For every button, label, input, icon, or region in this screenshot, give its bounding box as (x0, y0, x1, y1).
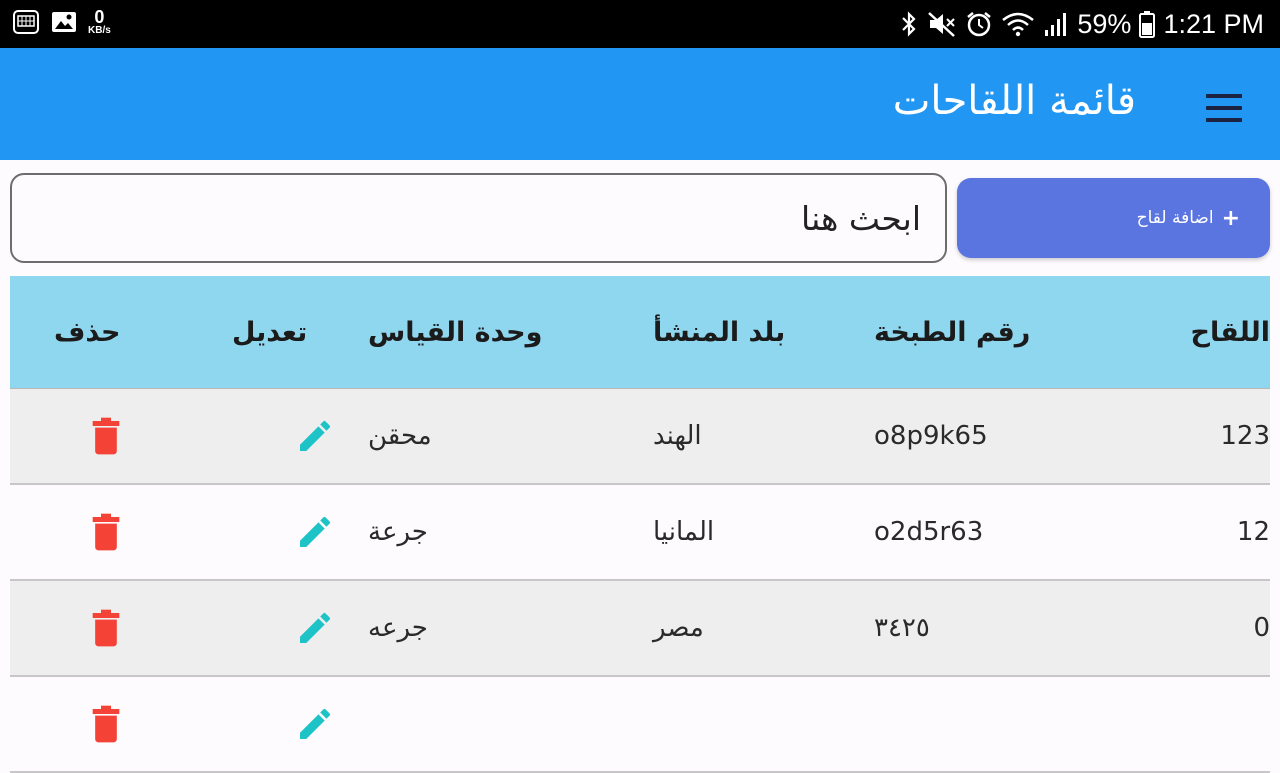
pencil-icon (300, 708, 331, 739)
clock: 1:21 PM (1163, 8, 1264, 39)
page-title: قائمة اللقاحات (892, 78, 1136, 124)
menu-icon-bar (1206, 118, 1242, 122)
cell-vaccine-id: 0 (1253, 613, 1270, 643)
net-speed-value: 0 (94, 7, 105, 27)
header-delete: حذف (54, 316, 121, 348)
cell-unit: جرعه (368, 613, 428, 643)
cell-origin-country: الهند (653, 421, 702, 451)
delete-button[interactable] (86, 581, 126, 675)
trash-icon (92, 609, 120, 647)
cell-unit: محقن (368, 421, 432, 451)
add-vaccine-button[interactable]: اضافة لقاح + (957, 178, 1270, 258)
table-row (10, 677, 1270, 773)
bluetooth-icon (899, 10, 919, 38)
menu-icon (1206, 94, 1242, 98)
edit-button[interactable] (290, 581, 340, 675)
header-unit: وحدة القياس (368, 316, 543, 348)
net-speed: 0 KB/s (88, 8, 111, 36)
mute-icon (927, 10, 957, 38)
cell-batch-number: ٣٤٢٥ (874, 613, 930, 643)
plus-icon: + (1221, 205, 1240, 231)
table-row: 12 o2d5r63 المانيا جرعة (10, 485, 1270, 581)
wifi-icon (1001, 10, 1035, 38)
gallery-icon (50, 8, 78, 36)
cell-unit: جرعة (368, 517, 428, 547)
header-edit: تعديل (232, 316, 308, 348)
cell-vaccine-id: 12 (1236, 517, 1270, 547)
search-input[interactable] (12, 175, 945, 261)
delete-button[interactable] (86, 389, 126, 483)
edit-button[interactable] (290, 485, 340, 579)
table-header: اللقاح رقم الطبخة بلد المنشأ وحدة القياس… (10, 276, 1270, 389)
keyboard-icon (12, 8, 40, 36)
status-bar-left: 0 KB/s (12, 8, 111, 36)
trash-icon (92, 705, 120, 743)
cell-origin-country: المانيا (653, 517, 715, 547)
trash-icon (92, 513, 120, 551)
battery-text: 59% (1077, 8, 1132, 39)
search-box (10, 173, 947, 263)
edit-button[interactable] (290, 677, 340, 771)
header-vaccine: اللقاح (1190, 316, 1270, 348)
alarm-icon (965, 10, 993, 38)
signal-icon (1043, 10, 1069, 38)
delete-button[interactable] (86, 677, 126, 771)
battery-icon (1139, 10, 1156, 38)
add-button-label: اضافة لقاح (1136, 208, 1214, 228)
net-speed-unit: KB/s (88, 25, 111, 36)
header-origin-country: بلد المنشأ (653, 316, 786, 348)
cell-origin-country: مصر (653, 613, 704, 643)
menu-button[interactable] (1200, 88, 1248, 128)
header-batch-number: رقم الطبخة (874, 316, 1031, 348)
pencil-icon (300, 612, 331, 643)
edit-button[interactable] (290, 389, 340, 483)
cell-batch-number: o8p9k65 (874, 421, 988, 451)
table-row: 0 ٣٤٢٥ مصر جرعه (10, 581, 1270, 677)
trash-icon (92, 417, 120, 455)
status-bar: 0 KB/s 59% 1:21 PM (0, 0, 1280, 48)
table-row: 123 o8p9k65 الهند محقن (10, 389, 1270, 485)
pencil-icon (300, 516, 331, 547)
cell-vaccine-id: 123 (1220, 421, 1270, 451)
pencil-icon (300, 420, 331, 451)
delete-button[interactable] (86, 485, 126, 579)
vaccines-table: اللقاح رقم الطبخة بلد المنشأ وحدة القياس… (10, 276, 1270, 773)
app-bar: قائمة اللقاحات (0, 48, 1280, 160)
cell-batch-number: o2d5r63 (874, 517, 984, 547)
status-bar-right: 59% 1:21 PM (899, 6, 1264, 42)
menu-icon-bar (1206, 106, 1242, 110)
